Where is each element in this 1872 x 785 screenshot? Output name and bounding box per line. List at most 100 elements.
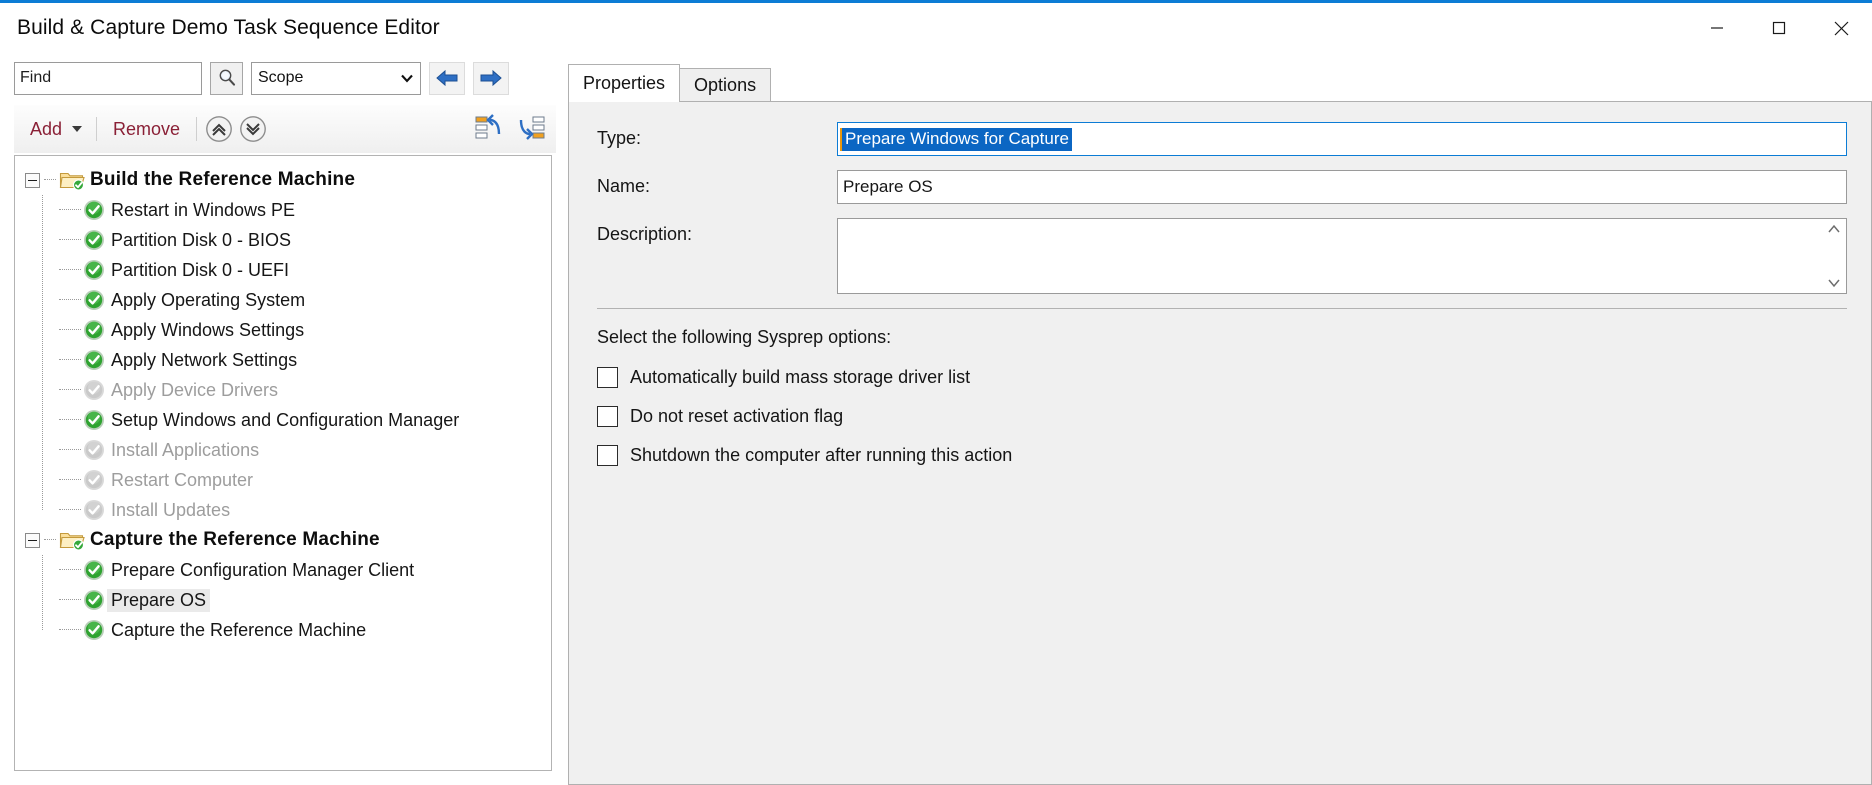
type-value: Prepare Windows for Capture [840,128,1072,151]
tree-item-label: Prepare Configuration Manager Client [111,560,414,581]
toolbar-right-group [474,112,550,147]
task-sequence-editor-window: Build & Capture Demo Task Sequence Edito… [0,0,1872,785]
remove-button[interactable]: Remove [105,119,188,140]
sysprep-checkbox-row-2[interactable]: Shutdown the computer after running this… [569,436,1871,475]
checkbox-label: Shutdown the computer after running this… [630,445,1012,466]
green-check-icon [83,319,105,341]
search-button[interactable] [210,62,243,95]
green-check-icon [83,589,105,611]
description-scroll[interactable] [1822,219,1846,293]
tree-group-children-1: Prepare Configuration Manager Client Pre… [25,555,551,645]
tree-item[interactable]: Capture the Reference Machine [25,615,551,645]
tree-item-label: Restart in Windows PE [111,200,295,221]
scope-dropdown[interactable]: Scope [251,62,421,95]
maximize-button[interactable] [1748,3,1810,53]
tree-item[interactable]: Restart Computer [25,465,551,495]
green-check-icon [83,559,105,581]
move-down-button[interactable] [239,115,267,143]
tree-group-label: Capture the Reference Machine [90,529,380,551]
sequence-toolbar: Add Remove [14,105,556,153]
find-bar: Scope [14,53,556,101]
move-up-icon [205,115,233,143]
move-up-button[interactable] [205,115,233,143]
name-label: Name: [597,170,837,197]
chevron-down-icon [398,69,416,87]
task-sequence-tree[interactable]: Build the Reference Machine Restart in W… [14,155,552,771]
tree-expander[interactable] [25,173,40,188]
tree-group-1[interactable]: Capture the Reference Machine [25,525,551,555]
name-value: Prepare OS [843,177,933,197]
green-check-icon [83,259,105,281]
tree-item-label: Setup Windows and Configuration Manager [111,410,459,431]
green-check-icon [83,289,105,311]
tree-item[interactable]: Apply Operating System [25,285,551,315]
tree-connector [59,479,81,481]
window-title: Build & Capture Demo Task Sequence Edito… [0,16,440,40]
tree-group-label: Build the Reference Machine [90,169,355,191]
tree-connector [59,389,81,391]
checkbox[interactable] [597,406,618,427]
minimize-button[interactable] [1686,3,1748,53]
indent-button[interactable] [516,112,546,147]
name-field[interactable]: Prepare OS [837,170,1847,204]
tab-properties[interactable]: Properties [568,64,680,102]
tree-group-0[interactable]: Build the Reference Machine [25,165,551,195]
close-button[interactable] [1810,3,1872,53]
sysprep-checkbox-row-1[interactable]: Do not reset activation flag [569,397,1871,436]
search-input[interactable] [14,62,202,95]
tree-item-label: Prepare OS [107,589,210,612]
tree-item[interactable]: Apply Network Settings [25,345,551,375]
tab-options[interactable]: Options [679,68,771,101]
green-check-icon [83,349,105,371]
description-field[interactable] [837,218,1847,294]
tree-item-label: Apply Network Settings [111,350,297,371]
gray-check-icon [83,379,105,401]
navigate-back-button[interactable] [429,62,465,95]
tree-connector [59,209,81,211]
folder-checked-icon [59,169,85,191]
type-field[interactable]: Prepare Windows for Capture [837,122,1847,156]
tree-item[interactable]: Partition Disk 0 - BIOS [25,225,551,255]
description-label: Description: [597,218,837,245]
tree-item[interactable]: Install Applications [25,435,551,465]
tree-item[interactable]: Restart in Windows PE [25,195,551,225]
toolbar-separator-2 [196,117,197,141]
add-button[interactable]: Add [22,119,70,140]
tree-expander[interactable] [25,533,40,548]
tree-connector [59,629,81,631]
tree-item[interactable]: Apply Windows Settings [25,315,551,345]
tree-connector [59,449,81,451]
tree-connector [59,239,81,241]
checkbox[interactable] [597,367,618,388]
tree-connector [44,179,56,181]
tree-item[interactable]: Partition Disk 0 - UEFI [25,255,551,285]
gray-check-icon [83,439,105,461]
navigate-forward-button[interactable] [473,62,509,95]
move-down-icon [239,115,267,143]
sysprep-checkbox-list: Automatically build mass storage driver … [569,358,1871,475]
sysprep-options-title: Select the following Sysprep options: [569,309,1871,358]
magnifier-icon [216,67,238,89]
add-dropdown-caret-icon[interactable] [72,126,82,132]
checkbox[interactable] [597,445,618,466]
tree-connector [44,539,56,541]
green-check-icon [83,229,105,251]
tree-group-children-0: Restart in Windows PE Partition Disk 0 -… [25,195,551,525]
type-row: Type: Prepare Windows for Capture [569,122,1871,156]
tree-item[interactable]: Apply Device Drivers [25,375,551,405]
tree-item[interactable]: Install Updates [25,495,551,525]
scroll-down-icon[interactable] [1826,277,1842,289]
right-pane: Properties Options Type: Prepare Windows… [560,53,1872,785]
tree-item[interactable]: Setup Windows and Configuration Manager [25,405,551,435]
tree-item[interactable]: Prepare OS [25,585,551,615]
gray-check-icon [83,469,105,491]
scroll-up-icon[interactable] [1826,223,1842,235]
sysprep-checkbox-row-0[interactable]: Automatically build mass storage driver … [569,358,1871,397]
tree-item[interactable]: Prepare Configuration Manager Client [25,555,551,585]
outdent-button[interactable] [474,112,504,147]
checkbox-label: Automatically build mass storage driver … [630,367,970,388]
tree-item-label: Restart Computer [111,470,253,491]
type-label: Type: [597,122,837,149]
gray-check-icon [83,499,105,521]
name-row: Name: Prepare OS [569,170,1871,204]
